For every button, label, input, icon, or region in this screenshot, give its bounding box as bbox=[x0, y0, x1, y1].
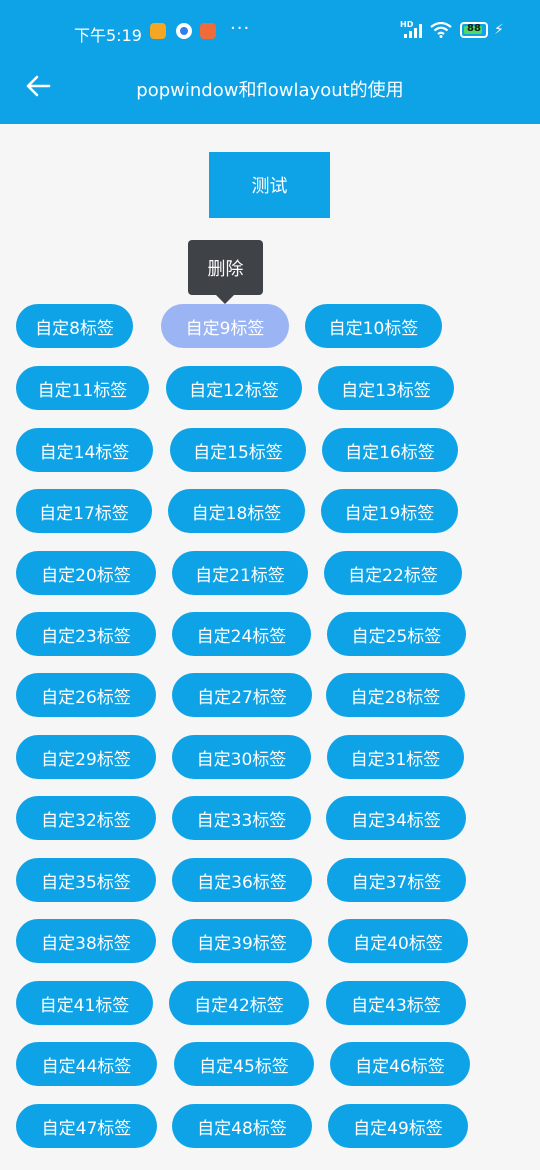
tag-chip[interactable]: 自定19标签 bbox=[321, 489, 458, 533]
tag-chip[interactable]: 自定48标签 bbox=[172, 1104, 312, 1148]
tag-chip[interactable]: 自定18标签 bbox=[168, 489, 305, 533]
status-bar: 下午5:19 ··· HD 88 ⚡ bbox=[0, 0, 540, 60]
tag-chip[interactable]: 自定14标签 bbox=[16, 428, 153, 472]
wifi-icon bbox=[430, 22, 452, 38]
charging-icon: ⚡ bbox=[494, 22, 504, 38]
test-button[interactable]: 测试 bbox=[209, 152, 330, 218]
delete-popup-button[interactable]: 删除 bbox=[188, 240, 263, 295]
tag-chip[interactable]: 自定21标签 bbox=[172, 551, 308, 595]
tag-chip[interactable]: 自定36标签 bbox=[172, 858, 312, 902]
tag-chip[interactable]: 自定30标签 bbox=[172, 735, 311, 779]
more-notifications-icon: ··· bbox=[230, 18, 251, 39]
tag-chip[interactable]: 自定8标签 bbox=[16, 304, 133, 348]
tag-chip[interactable]: 自定44标签 bbox=[16, 1042, 157, 1086]
tag-chip[interactable]: 自定34标签 bbox=[326, 796, 466, 840]
tag-chip[interactable]: 自定49标签 bbox=[328, 1104, 468, 1148]
tag-chip[interactable]: 自定39标签 bbox=[172, 919, 312, 963]
battery-icon: 88 bbox=[460, 22, 488, 38]
tag-chip[interactable]: 自定26标签 bbox=[16, 673, 156, 717]
tag-chip[interactable]: 自定10标签 bbox=[305, 304, 442, 348]
notification-app-icon bbox=[200, 23, 216, 39]
signal-icon bbox=[404, 24, 424, 38]
tag-chip[interactable]: 自定29标签 bbox=[16, 735, 156, 779]
tag-chip[interactable]: 自定15标签 bbox=[170, 428, 306, 472]
tag-chip[interactable]: 自定22标签 bbox=[324, 551, 462, 595]
notification-message-icon bbox=[150, 23, 166, 39]
tag-chip[interactable]: 自定47标签 bbox=[16, 1104, 157, 1148]
tag-chip[interactable]: 自定38标签 bbox=[16, 919, 156, 963]
tag-chip[interactable]: 自定17标签 bbox=[16, 489, 152, 533]
tag-chip[interactable]: 自定31标签 bbox=[327, 735, 464, 779]
tag-chip[interactable]: 自定25标签 bbox=[327, 612, 466, 656]
tag-chip[interactable]: 自定13标签 bbox=[318, 366, 454, 410]
tag-chip[interactable]: 自定28标签 bbox=[326, 673, 465, 717]
tag-chip[interactable]: 自定41标签 bbox=[16, 981, 153, 1025]
tag-chip[interactable]: 自定12标签 bbox=[166, 366, 302, 410]
page-title: popwindow和flowlayout的使用 bbox=[136, 80, 404, 101]
tag-chip[interactable]: 自定40标签 bbox=[328, 919, 468, 963]
tag-chip[interactable]: 自定16标签 bbox=[322, 428, 458, 472]
battery-level: 88 bbox=[467, 23, 481, 34]
tag-chip[interactable]: 自定37标签 bbox=[327, 858, 466, 902]
popup-arrow bbox=[216, 295, 234, 304]
tag-chip[interactable]: 自定24标签 bbox=[172, 612, 311, 656]
tag-chip[interactable]: 自定32标签 bbox=[16, 796, 156, 840]
tag-chip[interactable]: 自定20标签 bbox=[16, 551, 156, 595]
tag-chip[interactable]: 自定46标签 bbox=[330, 1042, 470, 1086]
tag-chip[interactable]: 自定27标签 bbox=[172, 673, 312, 717]
app-bar: 下午5:19 ··· HD 88 ⚡ popwindow和flowlayout的… bbox=[0, 0, 540, 124]
notification-chat-icon bbox=[176, 23, 192, 39]
tag-chip[interactable]: 自定23标签 bbox=[16, 612, 156, 656]
status-time: 下午5:19 bbox=[74, 26, 142, 45]
tag-chip[interactable]: 自定45标签 bbox=[174, 1042, 314, 1086]
tag-chip[interactable]: 自定43标签 bbox=[326, 981, 466, 1025]
tag-chip[interactable]: 自定35标签 bbox=[16, 858, 156, 902]
tag-chip[interactable]: 自定42标签 bbox=[169, 981, 309, 1025]
tag-chip[interactable]: 自定33标签 bbox=[172, 796, 311, 840]
tag-chip[interactable]: 自定9标签 bbox=[161, 304, 289, 348]
tag-chip[interactable]: 自定11标签 bbox=[16, 366, 149, 410]
